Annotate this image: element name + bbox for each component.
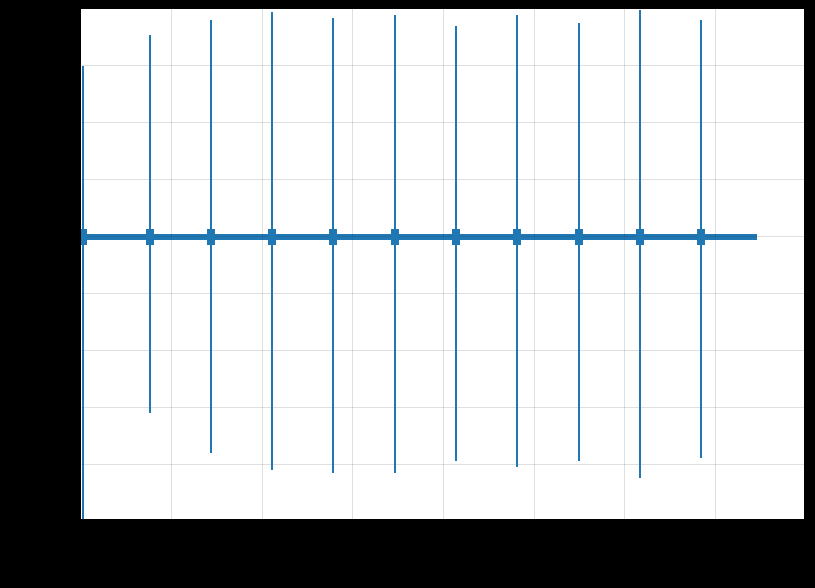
signal-spike — [578, 23, 580, 461]
y-tick — [75, 463, 80, 464]
grid-line-h — [81, 464, 805, 465]
y-tick — [75, 235, 80, 236]
x-tick — [623, 520, 624, 525]
x-tick-label: 4 — [439, 528, 446, 543]
x-axis-label: Time (s) — [413, 552, 464, 568]
grid-line-h — [81, 65, 805, 66]
grid-line-h — [81, 179, 805, 180]
grid-line-h — [81, 350, 805, 351]
x-tick-label: 2 — [257, 528, 264, 543]
x-tick — [170, 520, 171, 525]
y-tick-label: 2 — [65, 114, 72, 129]
x-tick — [261, 520, 262, 525]
signal-spike — [394, 15, 396, 473]
x-tick — [351, 520, 352, 525]
y-tick — [75, 292, 80, 293]
grid-line-v — [171, 9, 172, 520]
grid-line-v — [262, 9, 263, 520]
x-tick — [533, 520, 534, 525]
grid-line-v — [352, 9, 353, 520]
signal-spike — [332, 18, 334, 473]
signal-spike — [210, 20, 212, 452]
grid-line-h — [81, 122, 805, 123]
x-tick-label: 3 — [348, 528, 355, 543]
x-tick — [714, 520, 715, 525]
y-tick-label: -3 — [60, 398, 72, 413]
y-tick — [75, 64, 80, 65]
y-tick-label: 4 — [65, 0, 72, 15]
signal-spike — [271, 12, 273, 470]
grid-line-v — [443, 9, 444, 520]
y-tick — [75, 121, 80, 122]
y-axis-label: Amplitude — [20, 241, 36, 303]
grid-line-v — [624, 9, 625, 520]
y-tick-label: -4 — [60, 455, 72, 470]
x-axis-multiplier: ×10⁶ — [775, 550, 802, 565]
y-tick-label: 3 — [65, 57, 72, 72]
y-tick — [75, 349, 80, 350]
y-tick-label: -2 — [60, 341, 72, 356]
y-tick-label: 0 — [65, 228, 72, 243]
signal-spike — [455, 26, 457, 461]
y-tick — [75, 520, 80, 521]
signal-spike — [700, 20, 702, 458]
y-tick-label: 1 — [65, 171, 72, 186]
y-tick — [75, 406, 80, 407]
grid-line-h — [81, 293, 805, 294]
x-tick-label: 0 — [76, 528, 83, 543]
y-tick — [75, 178, 80, 179]
y-tick-label: -1 — [60, 284, 72, 299]
x-tick — [442, 520, 443, 525]
x-tick — [805, 520, 806, 525]
y-tick-label: -5 — [60, 512, 72, 527]
chart-plot-area — [80, 8, 805, 520]
grid-line-v — [534, 9, 535, 520]
x-tick — [80, 520, 81, 525]
x-tick-label: 6 — [620, 528, 627, 543]
signal-spike — [516, 15, 518, 467]
signal-spike — [82, 66, 84, 520]
grid-line-v — [715, 9, 716, 520]
signal-spike — [639, 10, 641, 478]
x-tick-label: 8 — [801, 528, 808, 543]
x-tick-label: 7 — [710, 528, 717, 543]
y-tick — [75, 8, 80, 9]
x-tick-label: 1 — [167, 528, 174, 543]
grid-line-h — [81, 407, 805, 408]
x-tick-label: 5 — [529, 528, 536, 543]
signal-spike — [149, 35, 151, 413]
